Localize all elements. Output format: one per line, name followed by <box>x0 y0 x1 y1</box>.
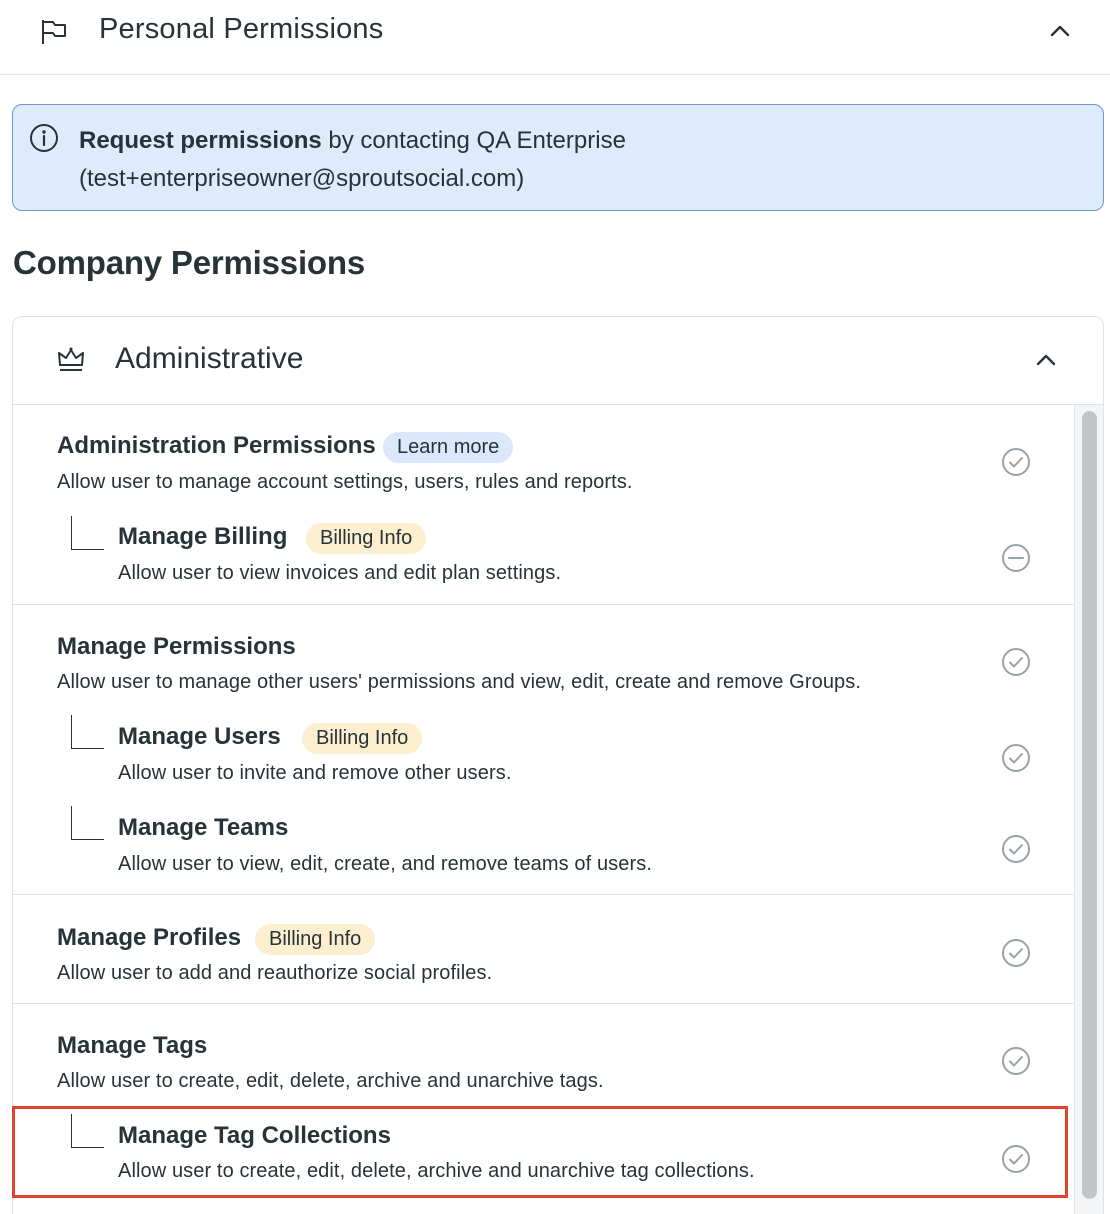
minus-circle-icon <box>1002 544 1030 572</box>
check-circle-icon <box>1002 1145 1030 1173</box>
permission-name: Manage Profiles <box>57 924 242 951</box>
personal-permissions-header[interactable]: Personal Permissions <box>0 0 1110 75</box>
administrative-header[interactable]: Administrative <box>13 317 1103 405</box>
personal-permissions-title: Personal Permissions <box>99 13 384 45</box>
tree-connector <box>71 1114 104 1148</box>
permission-group-manage-tags: Manage Tags Allow user to create, edit, … <box>13 1004 1074 1214</box>
banner-message: Request permissions by contacting QA Ent… <box>79 122 699 198</box>
permission-name: Administration Permissions <box>57 432 376 459</box>
administrative-card: Administrative Administration Permission… <box>12 316 1104 1214</box>
company-permissions-title: Company Permissions <box>13 244 365 281</box>
permission-name: Manage Users <box>118 723 281 750</box>
billing-info-badge[interactable]: Billing Info <box>306 523 427 554</box>
permission-row-manage-permissions[interactable]: Manage Permissions Allow user to manage … <box>13 605 1074 710</box>
administrative-title: Administrative <box>115 342 304 375</box>
check-circle-icon <box>1002 939 1030 967</box>
permission-row-administration[interactable]: Administration Permissions Learn more Al… <box>13 405 1074 505</box>
billing-info-badge[interactable]: Billing Info <box>255 924 376 955</box>
permission-name: Manage Teams <box>118 814 289 841</box>
permission-description: Allow user to manage account settings, u… <box>57 471 633 493</box>
permission-name: Manage Tag Collections <box>118 1122 391 1149</box>
chevron-up-icon[interactable] <box>1046 20 1074 42</box>
flag-icon <box>42 20 66 44</box>
chevron-up-icon[interactable] <box>1033 349 1059 371</box>
permission-row-manage-billing[interactable]: Manage Billing Billing Info Allow user t… <box>13 505 1074 605</box>
learn-more-badge[interactable]: Learn more <box>383 432 514 463</box>
permission-description: Allow user to add and reauthorize social… <box>57 962 493 984</box>
request-permissions-banner: Request permissions by contacting QA Ent… <box>12 104 1104 211</box>
permission-row-manage-tag-collections[interactable]: Manage Tag Collections Allow user to cre… <box>13 1107 1074 1202</box>
banner-email: (test+enterpriseowner@sproutsocial.com) <box>79 165 525 192</box>
permission-row-manage-teams[interactable]: Manage Teams Allow user to view, edit, c… <box>13 800 1074 895</box>
check-circle-icon <box>1002 648 1030 676</box>
permission-row-manage-tags[interactable]: Manage Tags Allow user to create, edit, … <box>13 1004 1074 1107</box>
scrollbar-thumb[interactable] <box>1082 411 1097 1199</box>
permission-description: Allow user to view invoices and edit pla… <box>118 562 562 584</box>
permission-description: Allow user to invite and remove other us… <box>118 762 512 784</box>
permission-description: Allow user to view, edit, create, and re… <box>118 853 653 875</box>
scrollbar[interactable] <box>1074 405 1103 1214</box>
check-circle-icon <box>1002 835 1030 863</box>
permission-group-administration: Administration Permissions Learn more Al… <box>13 405 1074 605</box>
permission-description: Allow user to create, edit, delete, arch… <box>57 1070 604 1092</box>
permission-description: Allow user to create, edit, delete, arch… <box>118 1160 755 1182</box>
check-circle-icon <box>1002 744 1030 772</box>
permission-row-manage-users[interactable]: Manage Users Billing Info Allow user to … <box>13 710 1074 800</box>
tree-connector <box>71 806 104 840</box>
tree-connector <box>71 715 104 749</box>
tree-connector <box>71 516 104 550</box>
check-circle-icon <box>1002 448 1030 476</box>
permission-name: Manage Permissions <box>57 633 296 660</box>
permission-group-manage-profiles: Manage Profiles Billing Info Allow user … <box>13 895 1074 1004</box>
permission-row-manage-profiles[interactable]: Manage Profiles Billing Info Allow user … <box>13 895 1074 1004</box>
permission-description: Allow user to manage other users' permis… <box>57 671 862 693</box>
banner-text: by contacting QA Enterprise <box>321 127 626 154</box>
banner-bold-text: Request permissions <box>79 127 322 154</box>
info-icon <box>30 124 58 152</box>
permission-group-manage-permissions: Manage Permissions Allow user to manage … <box>13 605 1074 895</box>
permission-name: Manage Tags <box>57 1032 208 1059</box>
crown-icon <box>58 347 84 371</box>
billing-info-badge[interactable]: Billing Info <box>302 723 423 754</box>
permission-name: Manage Billing <box>118 523 288 550</box>
check-circle-icon <box>1002 1047 1030 1075</box>
